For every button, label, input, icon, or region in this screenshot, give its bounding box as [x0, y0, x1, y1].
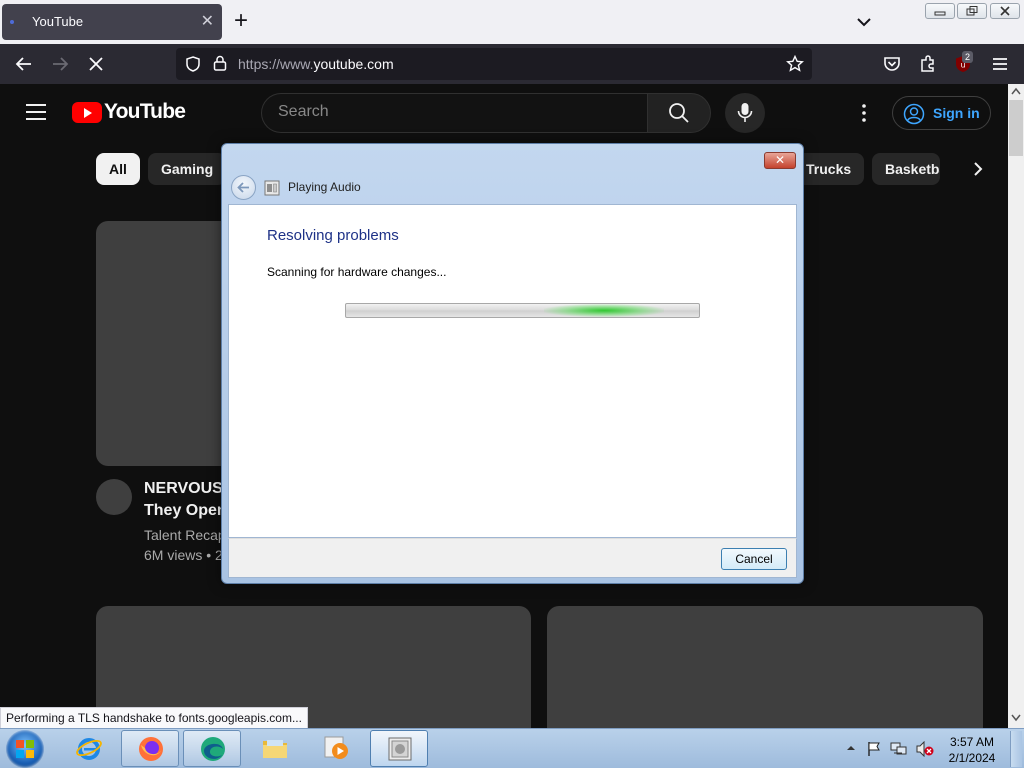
scroll-down-icon[interactable] [1011, 714, 1021, 722]
extension-badge-count: 2 [962, 51, 974, 63]
edge-icon [201, 737, 225, 761]
bookmark-star-icon[interactable] [786, 55, 804, 73]
scroll-up-icon[interactable] [1011, 87, 1021, 95]
account-avatar-icon [903, 103, 925, 125]
search-input[interactable] [278, 103, 628, 121]
progress-marquee-glow [544, 304, 664, 317]
pocket-icon[interactable] [882, 54, 902, 74]
extensions-puzzle-icon[interactable] [918, 54, 938, 74]
back-arrow-icon[interactable] [14, 54, 34, 74]
chip-gaming[interactable]: Gaming [148, 153, 227, 185]
lock-icon[interactable] [212, 54, 228, 72]
windows-taskbar: 3:57 AM 2/1/2024 [0, 728, 1024, 768]
browser-tab-bar: YouTube ✕ + [0, 0, 1024, 44]
taskbar-troubleshooter[interactable] [370, 730, 428, 767]
tab-close-icon[interactable]: ✕ [201, 11, 214, 31]
video-title-line1[interactable]: NERVOUS [144, 480, 223, 498]
marquee-progress-bar [345, 303, 700, 318]
dialog-back-button[interactable] [231, 175, 256, 200]
microphone-icon [737, 103, 753, 122]
sign-in-label: Sign in [933, 105, 980, 121]
back-arrow-icon [237, 182, 249, 193]
dialog-window-title: Playing Audio [288, 180, 361, 194]
address-bar[interactable]: https://www.youtube.com [176, 48, 812, 80]
url-text: https://www.youtube.com [238, 56, 394, 72]
tab-loading-icon [10, 20, 14, 24]
dialog-content: Resolving problems Scanning for hardware… [228, 204, 797, 538]
firefox-icon [139, 737, 163, 761]
tracking-protection-shield-icon[interactable] [184, 55, 202, 73]
forward-arrow-icon[interactable] [50, 54, 70, 74]
internet-explorer-icon [76, 738, 102, 760]
channel-avatar[interactable] [96, 479, 132, 515]
show-hidden-icons-icon[interactable] [846, 744, 856, 752]
taskbar-edge[interactable] [183, 730, 241, 767]
taskbar-file-explorer[interactable] [246, 730, 304, 767]
tab-title: YouTube [32, 14, 84, 29]
video-channel-name[interactable]: Talent Recap [144, 527, 226, 543]
clock-date: 2/1/2024 [948, 751, 996, 765]
voice-search-button[interactable] [725, 93, 765, 133]
dialog-heading: Resolving problems [267, 227, 399, 244]
video-title-line2[interactable]: They Open [144, 502, 227, 520]
show-desktop-button[interactable] [1010, 731, 1022, 767]
settings-more-icon[interactable] [856, 102, 872, 124]
new-tab-button[interactable]: + [234, 8, 248, 34]
youtube-logo-text[interactable]: YouTube [104, 100, 186, 124]
page-scrollbar[interactable] [1008, 84, 1024, 728]
dialog-footer: Cancel [228, 538, 797, 578]
video-thumbnail[interactable] [547, 606, 983, 728]
browser-status-bar: Performing a TLS handshake to fonts.goog… [0, 707, 308, 729]
start-button[interactable] [6, 730, 44, 768]
minimize-button[interactable] [925, 3, 955, 19]
guide-menu-icon[interactable] [26, 104, 46, 120]
media-player-icon [324, 736, 348, 759]
volume-muted-icon[interactable] [916, 741, 934, 757]
chevron-right-icon[interactable] [966, 157, 990, 181]
restore-button[interactable] [957, 3, 987, 19]
video-meta: 6M views • 2 [144, 547, 223, 563]
sign-in-button[interactable]: Sign in [892, 96, 991, 130]
search-button[interactable] [647, 93, 711, 133]
windows-logo-icon [16, 740, 34, 758]
chip-all[interactable]: All [96, 153, 140, 185]
troubleshooter-icon [388, 737, 412, 761]
search-box[interactable] [261, 93, 647, 133]
browser-tab-youtube[interactable]: YouTube ✕ [2, 4, 222, 40]
browser-nav-bar: https://www.youtube.com u 2 [0, 44, 1024, 84]
close-window-button[interactable] [990, 3, 1020, 19]
chip-basketball[interactable]: Basketba [872, 153, 940, 185]
dialog-close-button[interactable]: ✕ [764, 152, 796, 169]
action-center-flag-icon[interactable] [866, 741, 882, 757]
troubleshooter-app-icon [264, 180, 280, 196]
taskbar-firefox[interactable] [121, 730, 179, 767]
dialog-status-message: Scanning for hardware changes... [267, 265, 447, 279]
cancel-button[interactable]: Cancel [721, 548, 787, 570]
taskbar-media-player[interactable] [307, 730, 365, 767]
search-icon [669, 103, 689, 123]
stop-loading-icon[interactable] [86, 54, 106, 74]
youtube-logo-icon[interactable] [72, 102, 102, 123]
network-icon[interactable] [890, 741, 908, 757]
folder-icon [263, 740, 287, 758]
system-clock[interactable]: 3:57 AM 2/1/2024 [942, 734, 1002, 766]
list-all-tabs-icon[interactable] [852, 10, 876, 34]
scrollbar-thumb[interactable] [1009, 100, 1023, 156]
app-menu-icon[interactable] [990, 54, 1010, 74]
clock-time: 3:57 AM [949, 735, 995, 749]
troubleshooter-dialog: ✕ Playing Audio Resolving problems Scann… [221, 143, 804, 584]
taskbar-internet-explorer[interactable] [60, 730, 118, 767]
